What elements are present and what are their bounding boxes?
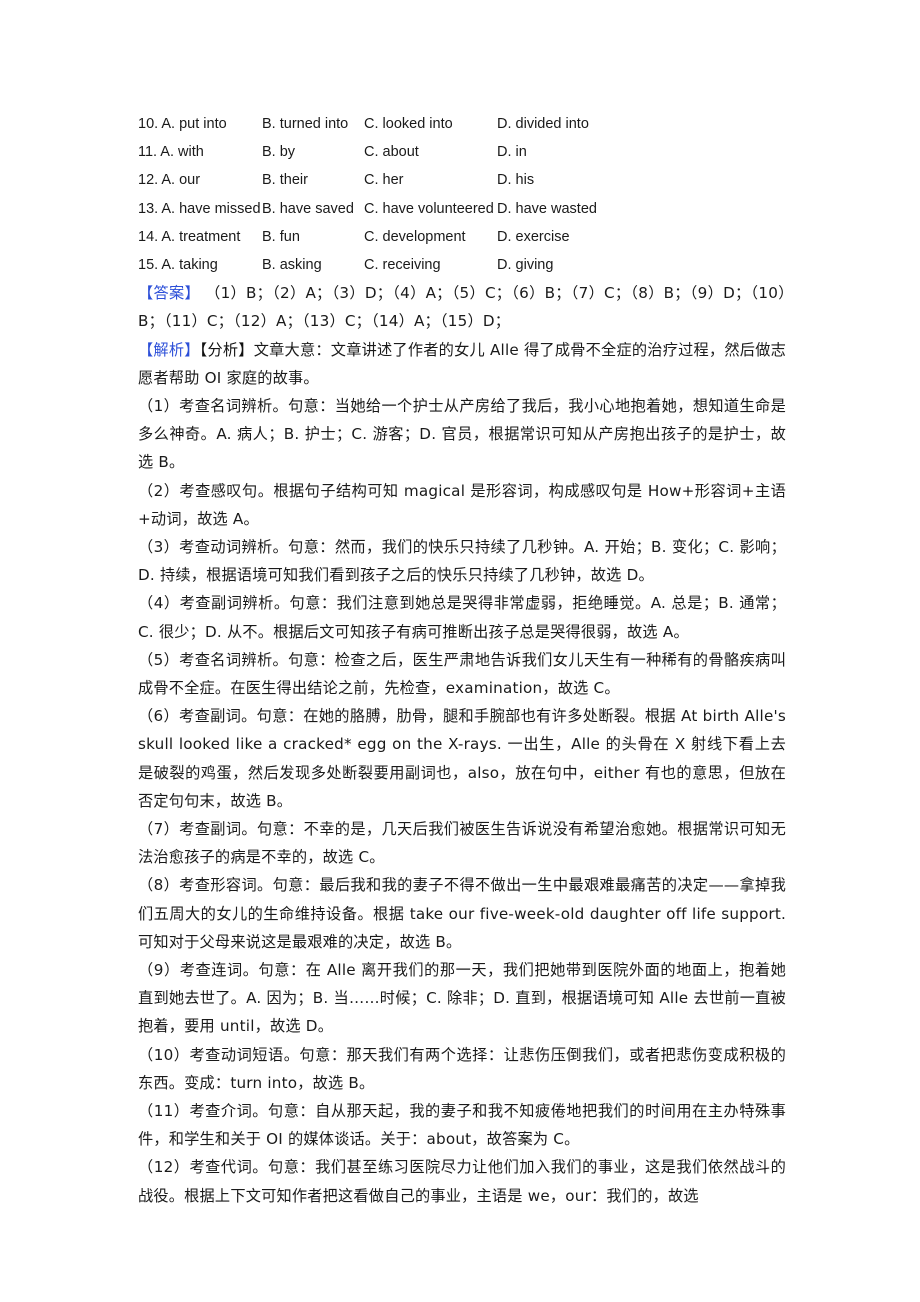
explanation-item: （5）考查名词辨析。句意：检查之后，医生严肃地告诉我们女儿天生有一种稀有的骨骼疾… xyxy=(138,650,786,697)
option-d: D. have wasted xyxy=(497,200,597,217)
explanation-item: （8）考查形容词。句意：最后我和我的妻子不得不做出一生中最艰难最痛苦的决定——拿… xyxy=(138,876,786,951)
option-d: D. giving xyxy=(497,257,554,274)
option-d: D. his xyxy=(497,172,535,189)
document-page: 10. A. put into B. turned into C. looked i… xyxy=(138,110,786,1210)
option-c: C. development xyxy=(364,228,466,245)
option-b: B. turned into xyxy=(262,116,349,133)
option-a: 13. A. have missed xyxy=(138,200,261,217)
option-d: D. in xyxy=(497,144,527,161)
option-c: C. receiving xyxy=(364,257,441,274)
option-c: C. have volunteered xyxy=(364,200,494,217)
explanation-item: （3）考查动词辨析。句意：然而，我们的快乐只持续了几秒钟。A. 开始；B. 变化… xyxy=(138,537,786,585)
analysis-block: 【解析】【分析】文章大意：文章讲述了作者的女儿 Alle 得了成骨不全症的治疗过… xyxy=(138,336,786,392)
explanations-list: （1）考查名词辨析。句意：当她给一个护士从产房给了我后，我小心地抱着她，想知道生… xyxy=(138,392,786,1210)
option-b: B. have saved xyxy=(262,200,354,217)
explanation-item: （2）考查感叹句。根据句子结构可知 magical 是形容词，构成感叹句是 Ho… xyxy=(138,481,786,528)
option-b: B. their xyxy=(262,172,308,189)
option-row: 12. A. our B. their C. her D. his xyxy=(138,166,786,194)
answer-block: 【答案】 （1）B；（2）A；（3）D；（4）A；（5）C；（6）B；（7）C；… xyxy=(138,279,786,335)
option-a: 12. A. our xyxy=(138,172,201,189)
option-row: 14. A. treatment B. fun C. development D. e… xyxy=(138,223,786,251)
option-c: C. looked into xyxy=(364,116,453,133)
option-row: 11. A. with B. by C. about D. in xyxy=(138,138,786,166)
option-row: 15. A. taking B. asking C. receiving D. giv… xyxy=(138,251,786,279)
analysis-sublabel: 【分析】 xyxy=(199,340,254,359)
option-row: 13. A. have missed B. have saved C. have v… xyxy=(138,195,786,223)
options-list: 10. A. put into B. turned into C. looked i… xyxy=(138,110,786,279)
option-c: C. her xyxy=(364,172,404,189)
analysis-label: 【解析】 xyxy=(138,340,200,359)
option-a: 10. A. put into xyxy=(138,116,227,133)
explanation-item: （1）考查名词辨析。句意：当她给一个护士从产房给了我后，我小心地抱着她，想知道生… xyxy=(138,396,786,472)
option-row: 10. A. put into B. turned into C. looked i… xyxy=(138,110,786,138)
option-b: B. asking xyxy=(262,257,322,274)
answer-text: （1）B；（2）A；（3）D；（4）A；（5）C；（6）B；（7）C；（8）B；… xyxy=(138,284,786,331)
option-b: B. fun xyxy=(262,228,300,245)
explanation-item: （6）考查副词。句意：在她的胳膊，肋骨，腿和手腕部也有许多处断裂。根据 At b… xyxy=(138,707,786,810)
explanation-item: （7）考查副词。句意：不幸的是，几天后我们被医生告诉说没有希望治愈她。根据常识可… xyxy=(138,819,786,867)
option-a: 14. A. treatment xyxy=(138,228,241,245)
option-b: B. by xyxy=(262,144,296,161)
option-a: 11. A. with xyxy=(138,144,204,161)
explanation-item: （11）考查介词。句意：自从那天起，我的妻子和我不知疲倦地把我们的时间用在主办特… xyxy=(138,1102,786,1149)
explanation-item: （12）考查代词。句意：我们甚至练习医院尽力让他们加入我们的事业，这是我们依然战… xyxy=(138,1158,786,1205)
option-d: D. exercise xyxy=(497,228,570,245)
answer-label: 【答案】 xyxy=(138,284,200,303)
option-c: C. about xyxy=(364,144,419,161)
option-a: 15. A. taking xyxy=(138,257,218,274)
explanation-item: （4）考查副词辨析。句意：我们注意到她总是哭得非常虚弱，拒绝睡觉。A. 总是；B… xyxy=(138,594,786,641)
explanation-item: （10）考查动词短语。句意：那天我们有两个选择：让悲伤压倒我们，或者把悲伤变成积… xyxy=(138,1045,786,1092)
explanation-item: （9）考查连词。句意：在 Alle 离开我们的那一天，我们把她带到医院外面的地面… xyxy=(138,961,786,1036)
option-d: D. divided into xyxy=(497,116,589,133)
